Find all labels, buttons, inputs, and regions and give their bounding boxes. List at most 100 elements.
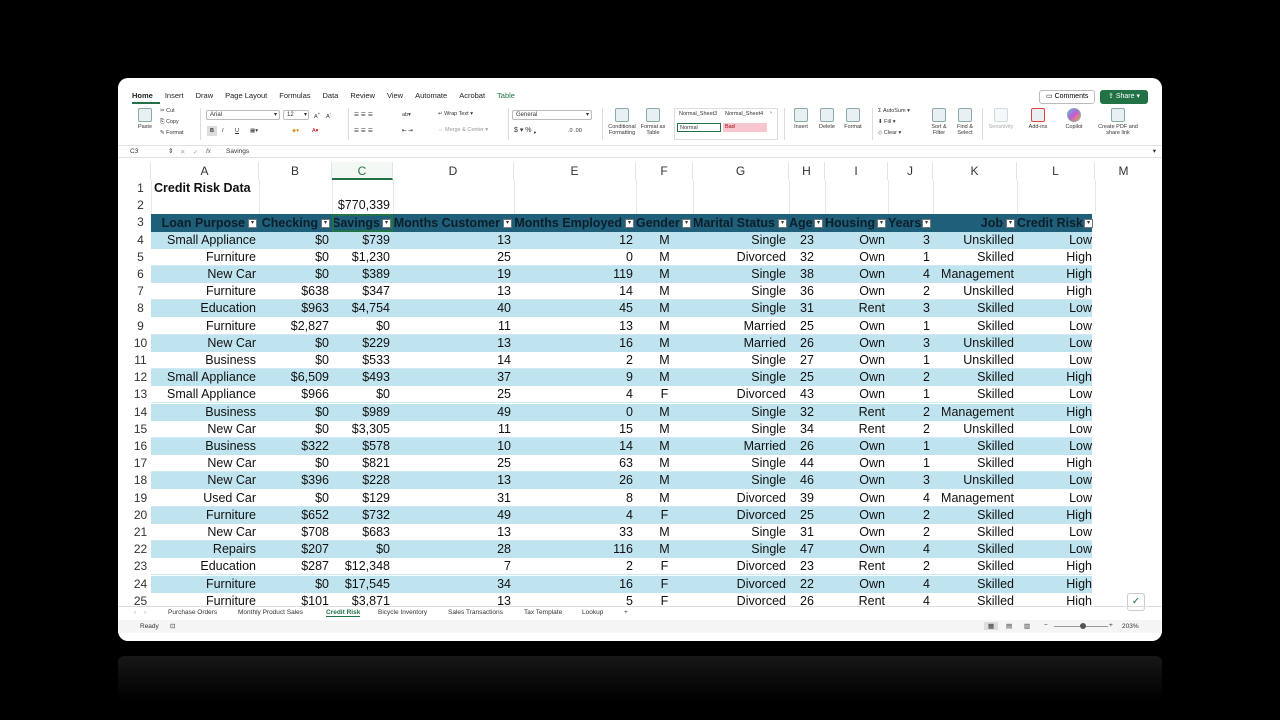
- font-name-select[interactable]: Arial ▾: [206, 110, 280, 120]
- table-cell[interactable]: M: [636, 318, 693, 335]
- table-cell[interactable]: Divorced: [693, 507, 789, 524]
- expand-formula-icon[interactable]: ▾: [1153, 147, 1156, 155]
- check-icon[interactable]: ✓: [193, 148, 198, 156]
- table-cell[interactable]: M: [636, 266, 693, 283]
- grow-font-button[interactable]: A+: [314, 111, 320, 120]
- table-cell[interactable]: 13: [514, 318, 636, 335]
- table-cell[interactable]: 14: [514, 438, 636, 455]
- filter-dropdown-icon[interactable]: ▾: [503, 219, 512, 229]
- conditional-formatting-button[interactable]: Conditional Formatting: [606, 108, 638, 136]
- table-cell[interactable]: Furniture: [151, 593, 259, 606]
- row-header[interactable]: 1: [130, 180, 151, 197]
- column-header-d[interactable]: D: [393, 162, 514, 180]
- table-cell[interactable]: $652: [259, 507, 332, 524]
- table-header-cell[interactable]: Job: [933, 214, 1017, 232]
- table-cell[interactable]: Own: [825, 541, 888, 558]
- next-sheet-icon[interactable]: ›: [144, 609, 146, 616]
- row-header[interactable]: 2: [130, 197, 151, 214]
- zoom-out-icon[interactable]: −: [1044, 622, 1048, 629]
- column-header-c[interactable]: C: [332, 162, 393, 180]
- table-cell[interactable]: Management: [933, 266, 1017, 283]
- table-cell[interactable]: 31: [789, 300, 825, 317]
- table-cell[interactable]: $0: [259, 490, 332, 507]
- table-cell[interactable]: $101: [259, 593, 332, 606]
- table-cell[interactable]: High: [1017, 249, 1095, 266]
- column-header-j[interactable]: J: [888, 162, 933, 180]
- tab-home[interactable]: Home: [132, 88, 160, 104]
- table-cell[interactable]: 19: [393, 266, 514, 283]
- table-cell[interactable]: $396: [259, 472, 332, 489]
- table-cell[interactable]: 39: [789, 490, 825, 507]
- table-cell[interactable]: 4: [888, 266, 933, 283]
- table-cell[interactable]: Own: [825, 352, 888, 369]
- orientation-icon[interactable]: ab▾: [402, 110, 411, 120]
- table-cell[interactable]: Single: [693, 472, 789, 489]
- create-pdf-button[interactable]: Create PDF and share link: [1098, 108, 1138, 136]
- table-cell[interactable]: Furniture: [151, 576, 259, 593]
- table-cell[interactable]: 2: [888, 524, 933, 541]
- table-cell[interactable]: Education: [151, 558, 259, 575]
- table-cell[interactable]: M: [636, 404, 693, 421]
- select-all-corner[interactable]: [130, 162, 151, 180]
- table-cell[interactable]: Low: [1017, 472, 1095, 489]
- filter-dropdown-icon[interactable]: ▾: [1084, 219, 1093, 229]
- table-cell[interactable]: Single: [693, 524, 789, 541]
- table-cell[interactable]: Own: [825, 318, 888, 335]
- table-cell[interactable]: Management: [933, 404, 1017, 421]
- table-cell[interactable]: 13: [393, 472, 514, 489]
- clear-button[interactable]: ◇ Clear ▾: [878, 130, 901, 136]
- fx-icon[interactable]: fx: [206, 148, 211, 155]
- table-cell[interactable]: 49: [393, 507, 514, 524]
- align-left-icon[interactable]: ☰☰☰: [354, 126, 375, 136]
- table-cell[interactable]: Low: [1017, 352, 1095, 369]
- table-cell[interactable]: Skilled: [933, 507, 1017, 524]
- table-cell[interactable]: $2,827: [259, 318, 332, 335]
- table-cell[interactable]: 36: [789, 283, 825, 300]
- table-cell[interactable]: 16: [514, 576, 636, 593]
- table-cell[interactable]: 31: [393, 490, 514, 507]
- table-cell[interactable]: $0: [259, 249, 332, 266]
- table-cell[interactable]: $12,348: [332, 558, 393, 575]
- table-cell[interactable]: Low: [1017, 300, 1095, 317]
- table-cell[interactable]: Single: [693, 369, 789, 386]
- row-header[interactable]: 18: [130, 472, 151, 489]
- table-cell[interactable]: $0: [332, 318, 393, 335]
- table-cell[interactable]: Skilled: [933, 318, 1017, 335]
- table-cell[interactable]: Low: [1017, 335, 1095, 352]
- row-header[interactable]: 6: [130, 266, 151, 283]
- table-cell[interactable]: 2: [514, 558, 636, 575]
- table-cell[interactable]: 32: [789, 249, 825, 266]
- table-cell[interactable]: 25: [393, 455, 514, 472]
- sheet-tab-bicycle-inventory[interactable]: Bicycle Inventory: [378, 609, 427, 616]
- table-cell[interactable]: $287: [259, 558, 332, 575]
- table-cell[interactable]: Low: [1017, 490, 1095, 507]
- row-header[interactable]: 12: [130, 369, 151, 386]
- row-header[interactable]: 15: [130, 421, 151, 438]
- table-cell[interactable]: $0: [259, 352, 332, 369]
- table-cell[interactable]: High: [1017, 507, 1095, 524]
- table-cell[interactable]: Furniture: [151, 249, 259, 266]
- row-header[interactable]: 4: [130, 232, 151, 249]
- style-bad[interactable]: Bad: [723, 123, 767, 132]
- table-cell[interactable]: 4: [514, 507, 636, 524]
- table-cell[interactable]: M: [636, 369, 693, 386]
- table-cell[interactable]: $6,509: [259, 369, 332, 386]
- table-cell[interactable]: Single: [693, 283, 789, 300]
- table-cell[interactable]: Own: [825, 249, 888, 266]
- table-cell[interactable]: Furniture: [151, 283, 259, 300]
- sheet-tab-sales-transactions[interactable]: Sales Transactions: [448, 609, 503, 616]
- table-cell[interactable]: 2: [514, 352, 636, 369]
- table-cell[interactable]: Business: [151, 352, 259, 369]
- fill-color-icon[interactable]: ◈▾: [292, 126, 299, 136]
- table-header-cell[interactable]: Marital Status: [693, 214, 789, 232]
- table-cell[interactable]: $3,871: [332, 593, 393, 606]
- table-cell[interactable]: 15: [514, 421, 636, 438]
- sheet-tab-monthly-product-sales[interactable]: Monthly Product Sales: [238, 609, 303, 616]
- table-cell[interactable]: High: [1017, 283, 1095, 300]
- table-cell[interactable]: 0: [514, 404, 636, 421]
- indent-icon[interactable]: ⇤ ⇥: [402, 126, 413, 136]
- fill-button[interactable]: ⬇ Fill ▾: [878, 119, 895, 125]
- tab-acrobat[interactable]: Acrobat: [459, 88, 492, 104]
- table-cell[interactable]: $739: [332, 232, 393, 249]
- formula-input[interactable]: Savings: [226, 148, 249, 155]
